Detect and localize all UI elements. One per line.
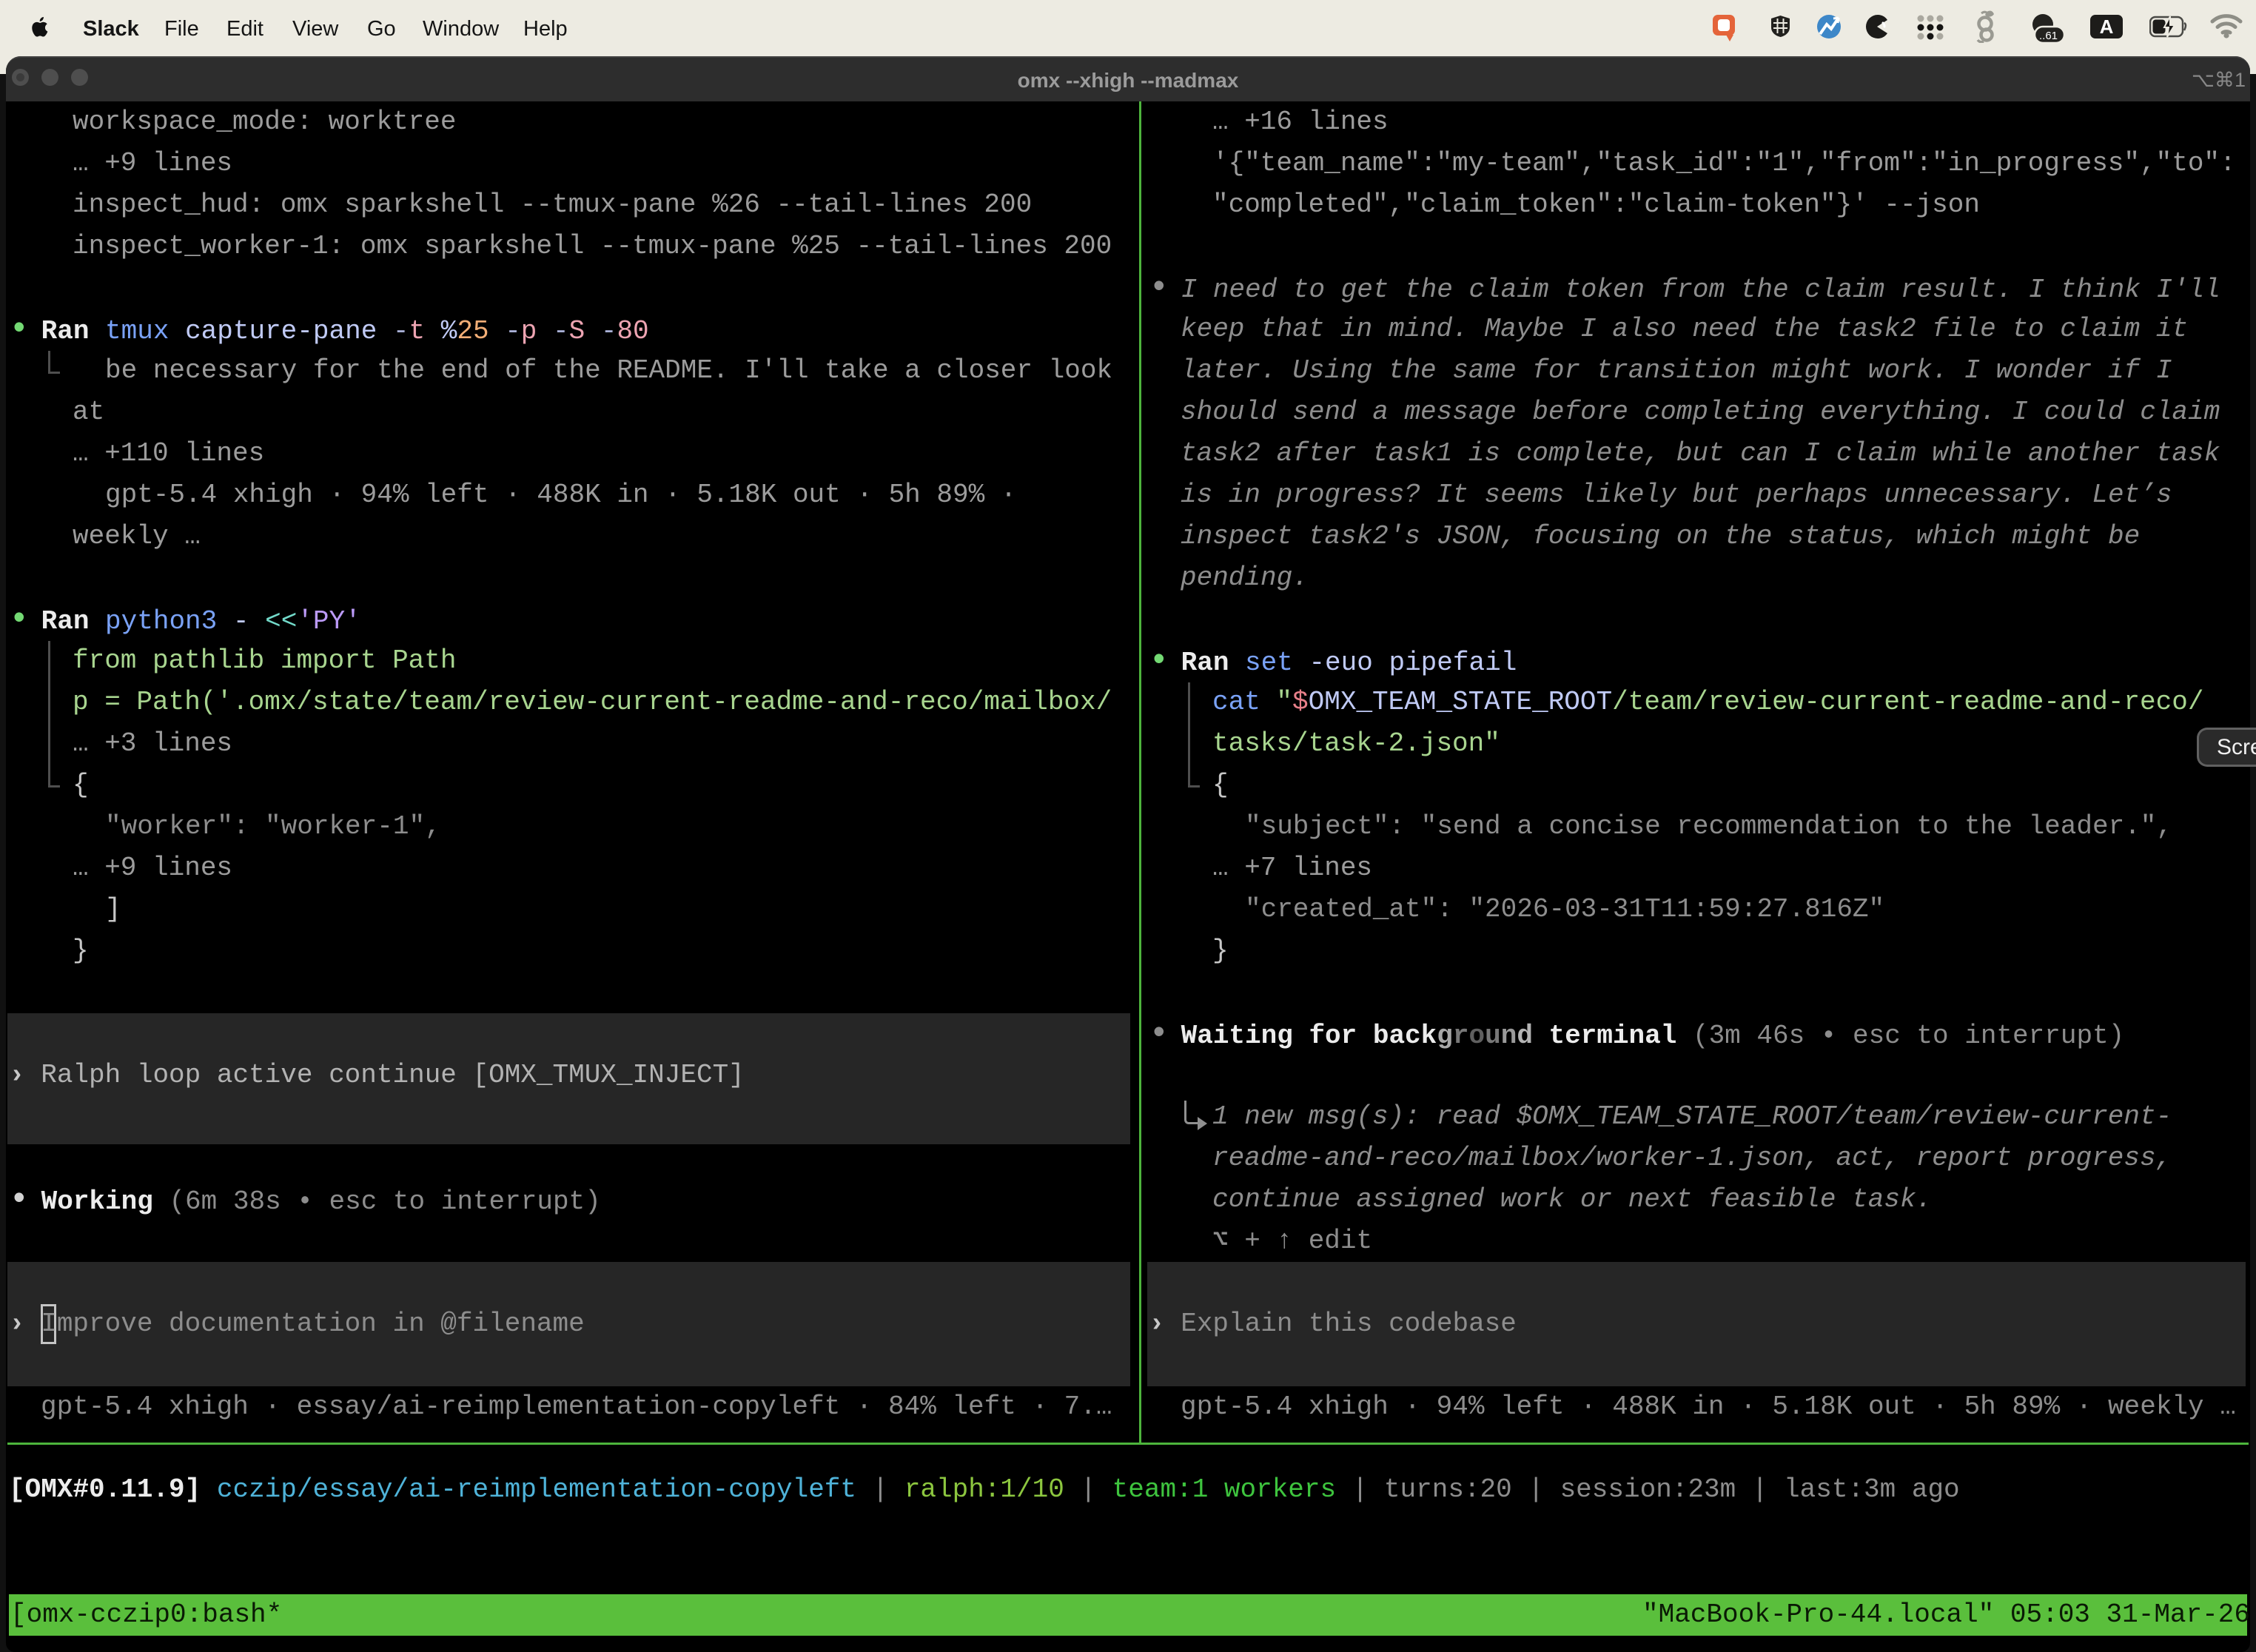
svg-text:..61: ..61	[2039, 30, 2058, 42]
